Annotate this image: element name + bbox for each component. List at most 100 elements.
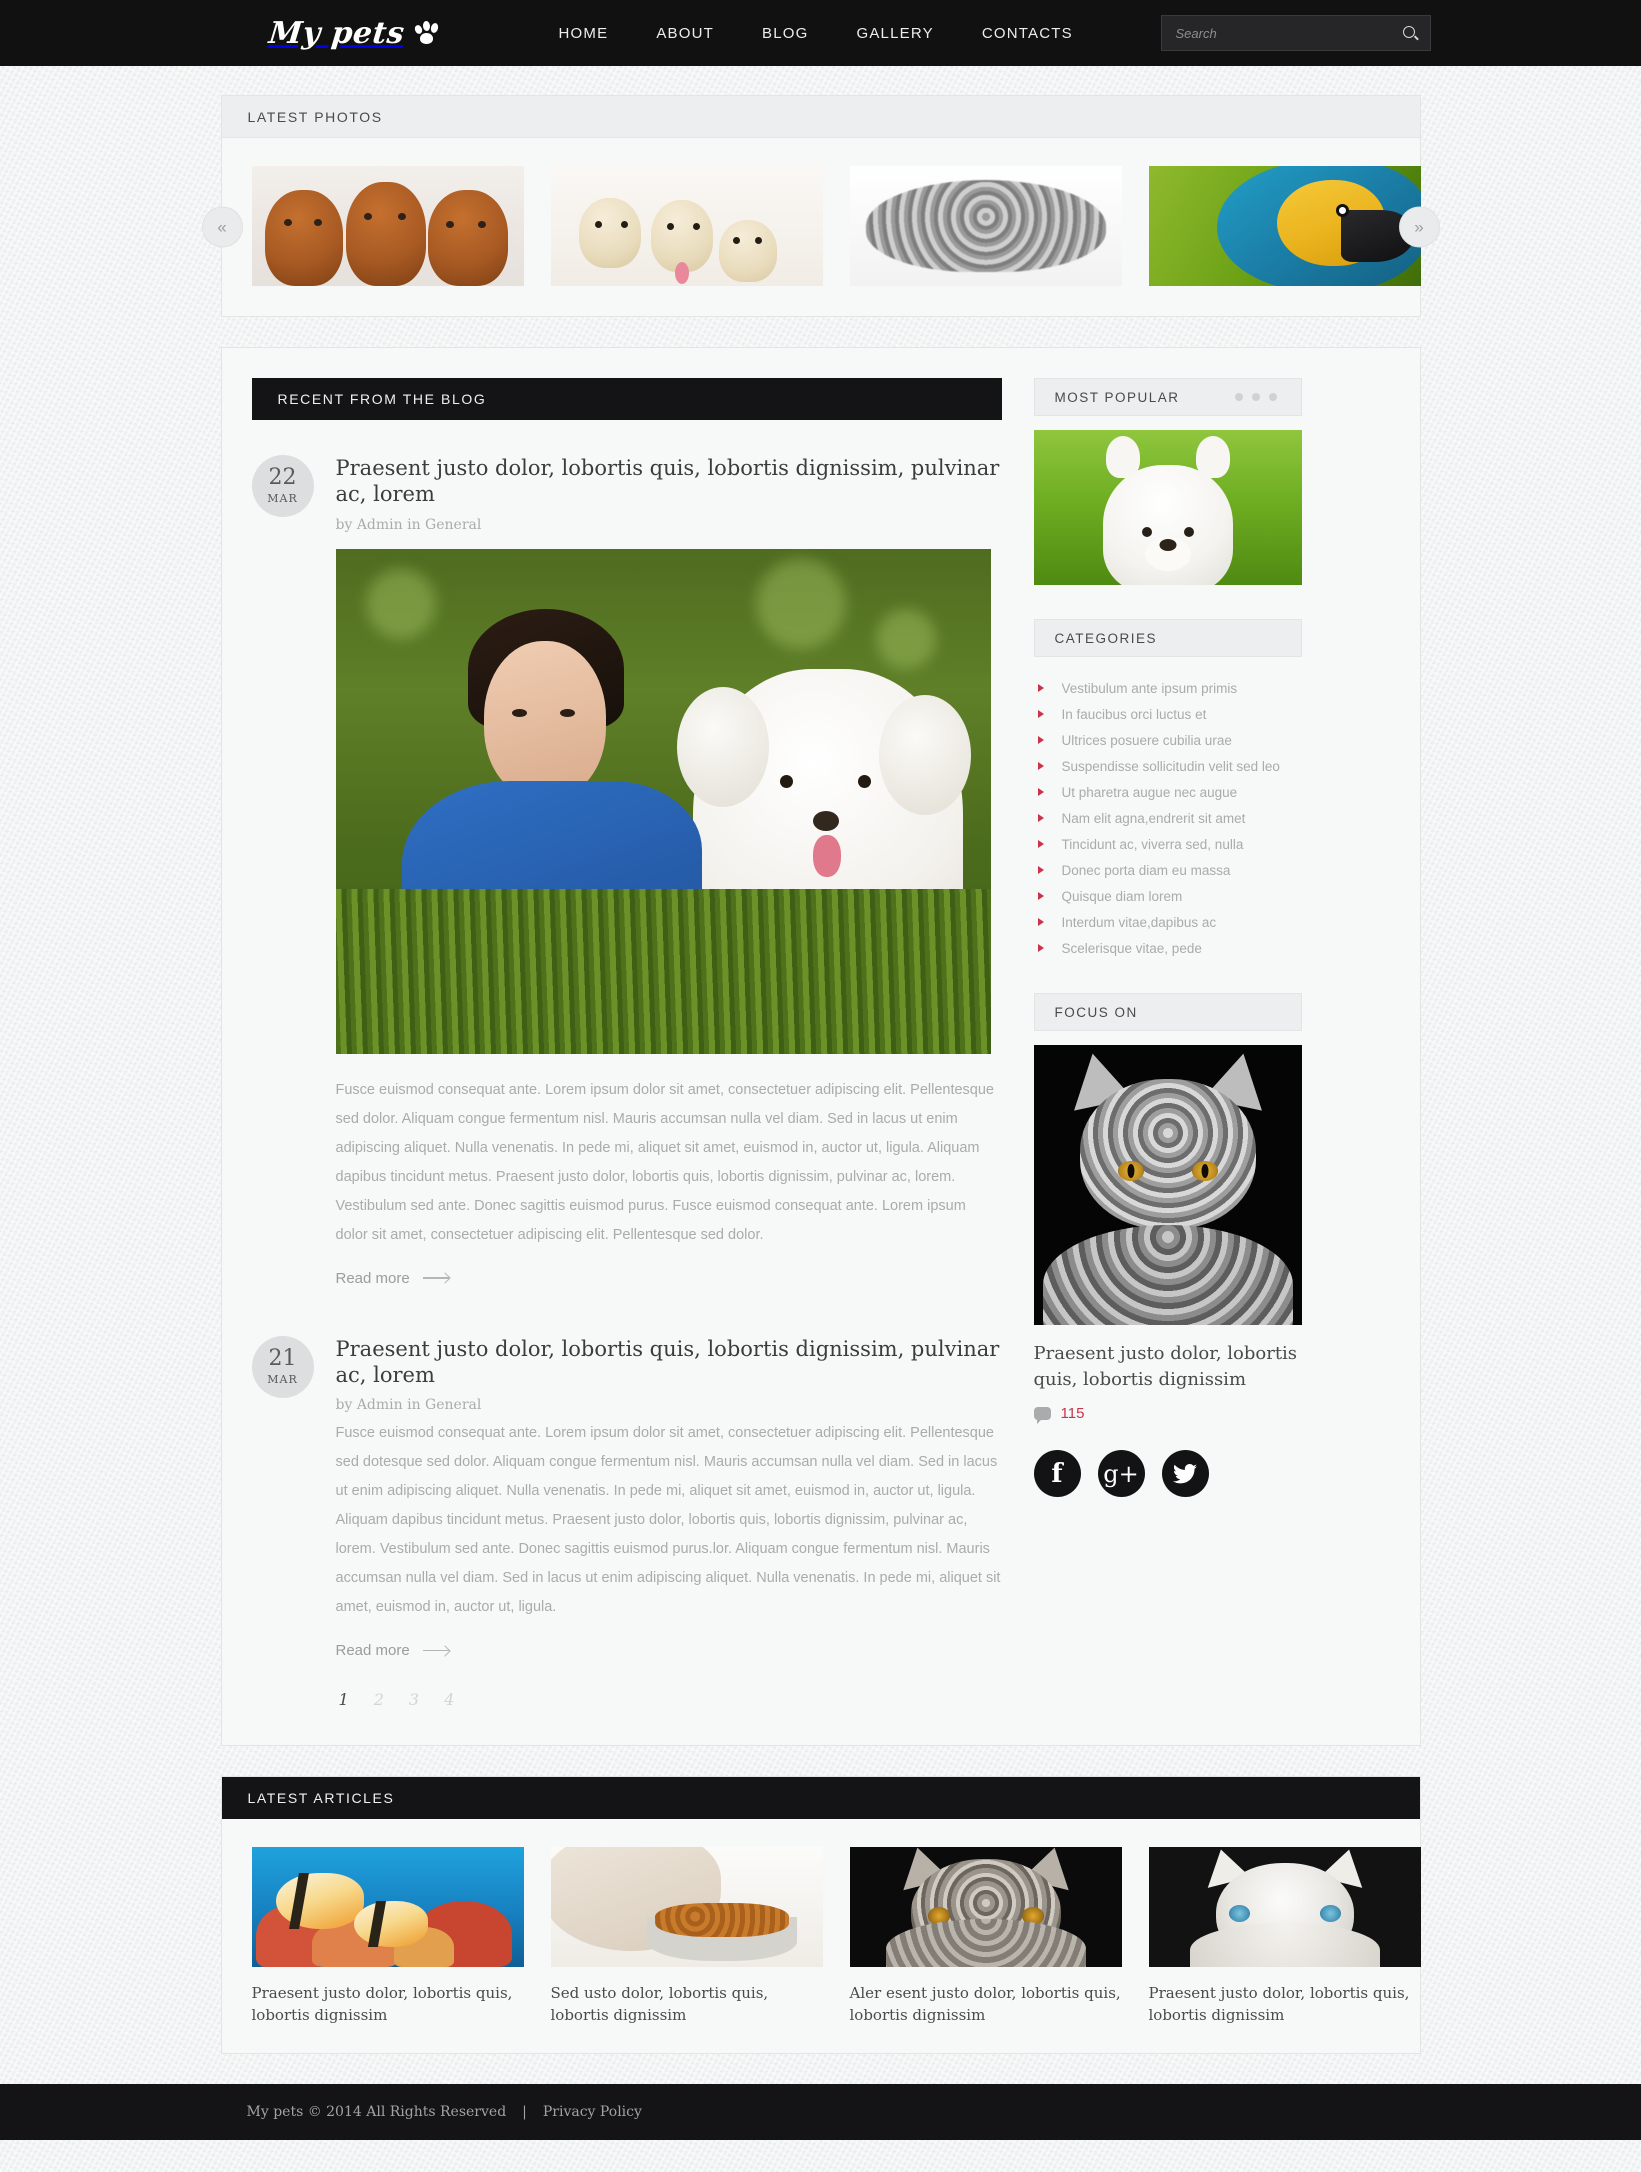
pagination-page-2[interactable]: 2 — [374, 1690, 384, 1709]
category-label[interactable]: Tincidunt ac, viverra sed, nulla — [1062, 837, 1244, 852]
bullet-triangle-icon — [1037, 814, 1044, 822]
read-more-link[interactable]: Read more — [336, 1642, 449, 1659]
bullet-triangle-icon — [1037, 736, 1044, 744]
bullet-triangle-icon — [1037, 892, 1044, 900]
woman-with-poodle-image — [335, 548, 991, 1054]
article-image[interactable] — [849, 1847, 1122, 1967]
article-caption[interactable]: Aler esent justo dolor, lobortis quis, l… — [850, 1983, 1122, 2027]
post-title[interactable]: Praesent justo dolor, lobortis quis, lob… — [336, 455, 1002, 508]
category-label[interactable]: In faucibus orci luctus et — [1062, 707, 1207, 722]
focus-on-image[interactable] — [1033, 1045, 1302, 1325]
article-caption[interactable]: Sed usto dolor, lobortis quis, lobortis … — [551, 1983, 823, 2027]
category-item[interactable]: Suspendisse sollicitudin velit sed leo — [1034, 753, 1302, 779]
latest-articles-panel: LATEST ARTICLES Praesent justo dolor, lo… — [220, 1776, 1421, 2054]
latest-photos-panel: LATEST PHOTOS « » — [201, 95, 1440, 317]
post-body-text: Fusce euismod consequat ante. Lorem ipsu… — [335, 1425, 1001, 1615]
search-input[interactable] — [1173, 24, 1403, 42]
read-more-label: Read more — [335, 1269, 410, 1287]
category-item[interactable]: Scelerisque vitae, pede — [1034, 935, 1302, 961]
nav-item-gallery[interactable]: GALLERY — [856, 25, 933, 42]
categories-list: Vestibulum ante ipsum primis In faucibus… — [1034, 675, 1302, 961]
photo-thumb[interactable] — [1148, 166, 1421, 286]
category-label[interactable]: Scelerisque vitae, pede — [1062, 941, 1202, 956]
post-title[interactable]: Praesent justo dolor, lobortis quis, lob… — [336, 1336, 1002, 1389]
latest-articles-section: LATEST ARTICLES Praesent justo dolor, lo… — [0, 1746, 1641, 2054]
article-image[interactable] — [550, 1847, 823, 1967]
photo-thumb[interactable] — [849, 166, 1122, 286]
post-date-month: MAR — [267, 492, 298, 505]
post-date-badge: 22 MAR — [251, 455, 314, 517]
nav-item-contacts[interactable]: CONTACTS — [982, 25, 1073, 42]
site-logo[interactable]: My pets — [211, 16, 451, 51]
category-item[interactable]: Vestibulum ante ipsum primis — [1034, 675, 1302, 701]
article-image[interactable] — [1148, 1847, 1421, 1967]
post-featured-image[interactable] — [335, 548, 991, 1054]
site-footer: My pets © 2014 All Rights Reserved | Pri… — [0, 2083, 1641, 2140]
macaw-parrot-image — [1148, 166, 1421, 286]
category-label[interactable]: Ut pharetra augue nec augue — [1062, 785, 1238, 800]
category-item[interactable]: Ut pharetra augue nec augue — [1034, 779, 1302, 805]
category-item[interactable]: Ultrices posuere cubilia urae — [1034, 727, 1302, 753]
nav-item-blog[interactable]: BLOG — [762, 25, 808, 42]
cat-eating-image — [550, 1847, 823, 1967]
white-cat-image — [1148, 1847, 1421, 1967]
nav-item-home[interactable]: HOME — [559, 25, 609, 42]
article-card[interactable]: Sed usto dolor, lobortis quis, lobortis … — [550, 1847, 823, 2027]
photo-thumb[interactable] — [550, 166, 823, 286]
photo-thumb[interactable] — [251, 166, 524, 286]
pagination-page-4[interactable]: 4 — [444, 1690, 454, 1709]
category-label[interactable]: Ultrices posuere cubilia urae — [1062, 733, 1232, 748]
focus-on-caption[interactable]: Praesent justo dolor, lobortis quis, lob… — [1034, 1341, 1302, 1393]
pagination-page-1[interactable]: 1 — [339, 1690, 349, 1709]
focus-on-comments[interactable]: 115 — [1033, 1405, 1302, 1425]
category-item[interactable]: In faucibus orci luctus et — [1034, 701, 1302, 727]
comment-count: 115 — [1060, 1405, 1085, 1423]
silver-tabby-cat-image — [1033, 1045, 1302, 1325]
article-caption[interactable]: Praesent justo dolor, lobortis quis, lob… — [1149, 1983, 1421, 2027]
most-popular-header: MOST POPULAR — [1033, 378, 1302, 416]
pagination-page-3[interactable]: 3 — [409, 1690, 419, 1709]
carousel-prev-button[interactable]: « — [201, 206, 243, 248]
search-icon[interactable] — [1402, 25, 1418, 41]
category-item[interactable]: Tincidunt ac, viverra sed, nulla — [1034, 831, 1302, 857]
post-date-badge: 21 MAR — [251, 1335, 314, 1398]
category-label[interactable]: Donec porta diam eu massa — [1062, 863, 1231, 878]
bullet-triangle-icon — [1037, 788, 1044, 796]
category-item[interactable]: Interdum vitae,dapibus ac — [1034, 909, 1302, 935]
pagination: 1 2 3 4 — [336, 1690, 1002, 1709]
facebook-icon[interactable]: f — [1033, 1450, 1081, 1498]
twitter-icon[interactable] — [1161, 1450, 1209, 1498]
puppies-cream-image — [550, 166, 823, 286]
bullet-triangle-icon — [1037, 866, 1044, 874]
bullet-triangle-icon — [1037, 710, 1044, 718]
carousel-dots[interactable] — [1234, 393, 1281, 401]
search-box[interactable] — [1160, 15, 1431, 51]
category-label[interactable]: Suspendisse sollicitudin velit sed leo — [1062, 759, 1280, 774]
category-label[interactable]: Nam elit agna,endrerit sit amet — [1062, 811, 1246, 826]
category-label[interactable]: Quisque diam lorem — [1062, 889, 1183, 904]
category-label[interactable]: Vestibulum ante ipsum primis — [1062, 681, 1238, 696]
article-card[interactable]: Praesent justo dolor, lobortis quis, lob… — [1148, 1847, 1421, 2027]
nav-item-about[interactable]: ABOUT — [656, 25, 714, 42]
read-more-link[interactable]: Read more — [336, 1270, 449, 1287]
comment-bubble-icon — [1033, 1407, 1051, 1425]
category-item[interactable]: Nam elit agna,endrerit sit amet — [1034, 805, 1302, 831]
article-card[interactable]: Aler esent justo dolor, lobortis quis, l… — [849, 1847, 1122, 2027]
privacy-policy-link[interactable]: Privacy Policy — [543, 2104, 642, 2120]
carousel-next-button[interactable]: » — [1398, 206, 1440, 248]
article-card[interactable]: Praesent justo dolor, lobortis quis, lob… — [251, 1847, 524, 2027]
categories-title: CATEGORIES — [1054, 630, 1158, 646]
most-popular-image[interactable] — [1033, 430, 1302, 585]
focus-on-header: FOCUS ON — [1033, 993, 1302, 1031]
category-item[interactable]: Donec porta diam eu massa — [1034, 857, 1302, 883]
article-image[interactable] — [251, 1847, 524, 1967]
white-terrier-image — [1033, 430, 1302, 585]
main-section: RECENT FROM THE BLOG 22 MAR Praesent jus… — [0, 317, 1641, 1746]
logo-text: My pets — [266, 15, 406, 51]
category-label[interactable]: Interdum vitae,dapibus ac — [1062, 915, 1217, 930]
google-plus-icon[interactable]: g+ — [1097, 1450, 1145, 1498]
post-date-day: 22 — [268, 465, 297, 490]
category-item[interactable]: Quisque diam lorem — [1034, 883, 1302, 909]
article-caption[interactable]: Praesent justo dolor, lobortis quis, lob… — [252, 1983, 524, 2027]
main-navigation: HOME ABOUT BLOG GALLERY CONTACTS — [559, 25, 1073, 42]
